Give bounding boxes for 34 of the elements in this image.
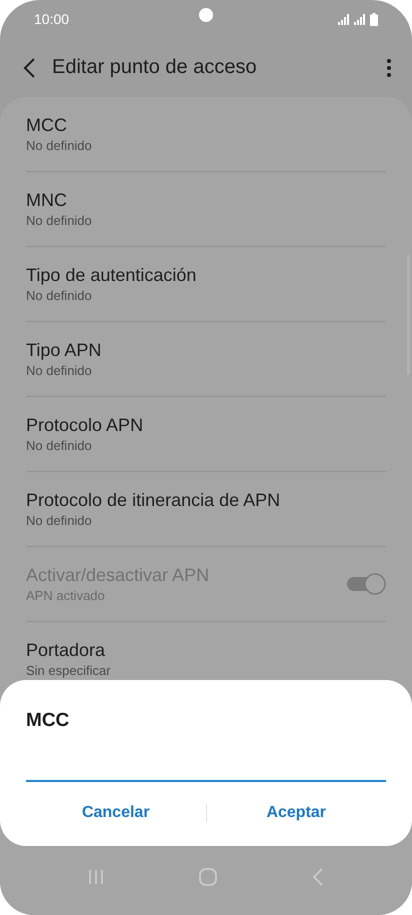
accept-button[interactable]: Aceptar [206,794,386,832]
dialog-title: MCC [26,709,70,733]
cancel-button[interactable]: Cancelar [26,794,206,832]
setting-title: Portadora [26,639,106,662]
signal-icon [354,14,367,24]
setting-row[interactable]: Protocolo APN No definido [26,397,386,472]
setting-value: APN activado [26,587,105,605]
setting-value: No definido [26,137,92,155]
setting-title: Protocolo de itinerancia de APN [26,489,280,512]
signal-icon [338,14,351,24]
battery-icon [370,12,378,26]
setting-value: No definido [26,212,92,230]
setting-title: Tipo de autenticación [26,264,196,287]
camera-icon [199,8,213,22]
screen-title: Editar punto de acceso [52,56,258,79]
setting-title: MCC [26,114,67,137]
setting-row[interactable]: MNC No definido [26,172,386,247]
more-options-icon[interactable] [386,58,392,78]
setting-value: No definido [26,437,92,455]
recent-apps-icon[interactable] [86,868,105,886]
setting-row[interactable]: MCC No definido [26,97,386,172]
back-icon[interactable] [22,56,36,78]
setting-row[interactable]: Tipo APN No definido [26,322,386,397]
setting-value: No definido [26,512,92,530]
setting-title: MNC [26,189,67,212]
setting-title: Protocolo APN [26,414,144,437]
setting-value: Sin especificar [26,662,111,680]
status-time: 10:00 [34,11,70,27]
setting-row[interactable]: Protocolo de itinerancia de APN No definido [26,472,386,547]
setting-value: No definido [26,362,92,380]
setting-row[interactable]: Tipo de autenticación No definido [26,247,386,322]
setting-value: No definido [26,287,92,305]
setting-title: Tipo APN [26,339,102,362]
home-icon[interactable] [198,867,218,887]
